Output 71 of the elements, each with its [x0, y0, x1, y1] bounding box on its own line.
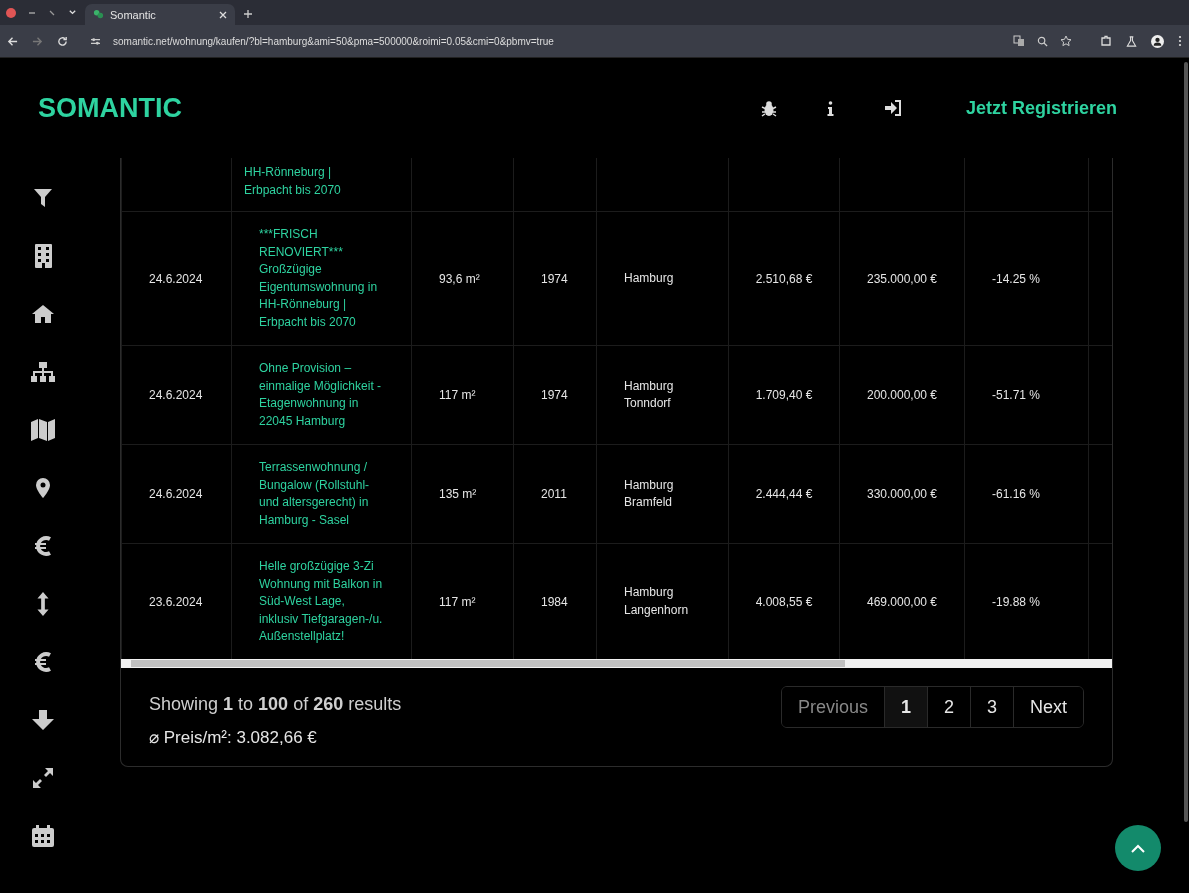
table-cell: 1974 — [541, 388, 568, 402]
table-cell: 235.000,00 € — [866, 271, 938, 286]
table-cell: 1.709,40 € — [755, 388, 813, 402]
filter-icon[interactable] — [33, 186, 53, 210]
sitemap-icon[interactable] — [31, 360, 55, 384]
arrow-down-icon[interactable] — [32, 708, 54, 732]
favicon-icon — [93, 9, 104, 20]
table-cell: -14.25 % — [992, 271, 1041, 286]
table-cell: -19.88 % — [992, 594, 1041, 609]
vertical-scrollbar[interactable] — [1184, 62, 1188, 822]
table-cell: 2011 — [541, 487, 567, 501]
site-settings-icon[interactable] — [90, 36, 101, 46]
flask-icon[interactable] — [1126, 35, 1137, 47]
reload-icon[interactable] — [57, 35, 68, 47]
average-price: ⌀ Preis/m²: 3.082,66 € — [149, 727, 318, 748]
euro-icon[interactable] — [35, 534, 51, 558]
home-icon[interactable] — [32, 302, 54, 326]
table-cell: 469.000,00 € — [866, 594, 938, 609]
expand-icon[interactable] — [33, 766, 53, 790]
zoom-icon[interactable] — [1037, 35, 1048, 47]
profile-icon[interactable] — [1151, 34, 1164, 48]
table-cell: 330.000,00 € — [866, 487, 938, 501]
table-cell: 24.6.2024 — [149, 271, 203, 286]
table-cell: 117 m² — [439, 594, 476, 609]
site-logo[interactable]: SOMANTIC — [38, 92, 182, 124]
table-cell: -61.16 % — [992, 487, 1041, 501]
table-cell: Hamburg Tonndorf — [624, 378, 674, 410]
table-cell: 24.6.2024 — [149, 388, 203, 402]
chevron-down-icon[interactable] — [68, 8, 77, 17]
table-cell: 24.6.2024 — [149, 487, 203, 501]
chevron-up-icon — [1131, 843, 1145, 853]
back-icon[interactable] — [7, 35, 18, 47]
menu-icon[interactable] — [1178, 35, 1182, 47]
table-cell: 4.008,55 € — [755, 594, 813, 609]
table-cell: 93,6 m² — [439, 271, 480, 286]
vertical-arrows-icon[interactable] — [37, 592, 49, 616]
results-summary: Showing 1 to 100 of 260 results — [149, 694, 402, 715]
table-cell: 200.000,00 € — [866, 388, 938, 402]
tab-title: Somantic — [110, 8, 157, 21]
page-button[interactable]: 1 — [883, 687, 927, 727]
extensions-icon[interactable] — [1100, 35, 1112, 47]
sign-in-icon[interactable] — [883, 100, 902, 116]
new-tab-icon[interactable] — [243, 9, 253, 19]
star-icon[interactable] — [1060, 35, 1072, 47]
table-cell: 1984 — [541, 594, 568, 609]
scroll-to-top-button[interactable] — [1115, 825, 1161, 871]
register-link[interactable]: Jetzt Registrieren — [965, 97, 1117, 119]
map-marker-icon[interactable] — [36, 476, 50, 500]
horizontal-scrollbar[interactable] — [121, 659, 1112, 668]
calendar-icon[interactable] — [32, 824, 54, 848]
table-cell: 2.444,44 € — [755, 487, 813, 501]
table-cell: 117 m² — [439, 388, 476, 402]
table-cell: Hamburg — [624, 270, 674, 285]
info-icon[interactable] — [826, 100, 834, 116]
table-cell: 2.510,68 € — [755, 271, 813, 286]
table-cell: Hamburg Langenhorn — [624, 585, 689, 617]
browser-tab[interactable]: Somantic — [85, 4, 235, 25]
table-cell: 23.6.2024 — [149, 594, 203, 609]
euro-icon[interactable] — [35, 650, 51, 674]
close-icon[interactable] — [219, 10, 227, 19]
bug-icon[interactable] — [760, 99, 777, 117]
forward-icon[interactable] — [32, 35, 43, 47]
page-button[interactable]: Next — [1013, 687, 1083, 727]
table-cell: 1974 — [541, 271, 568, 286]
building-icon[interactable] — [34, 244, 52, 268]
close-icon[interactable] — [6, 7, 16, 18]
table-cell: 135 m² — [439, 487, 477, 501]
map-icon[interactable] — [31, 418, 55, 442]
translate-icon[interactable] — [1013, 35, 1025, 47]
table-cell: Hamburg Bramfeld — [624, 477, 674, 509]
table-cell: -51.71 % — [992, 388, 1041, 402]
